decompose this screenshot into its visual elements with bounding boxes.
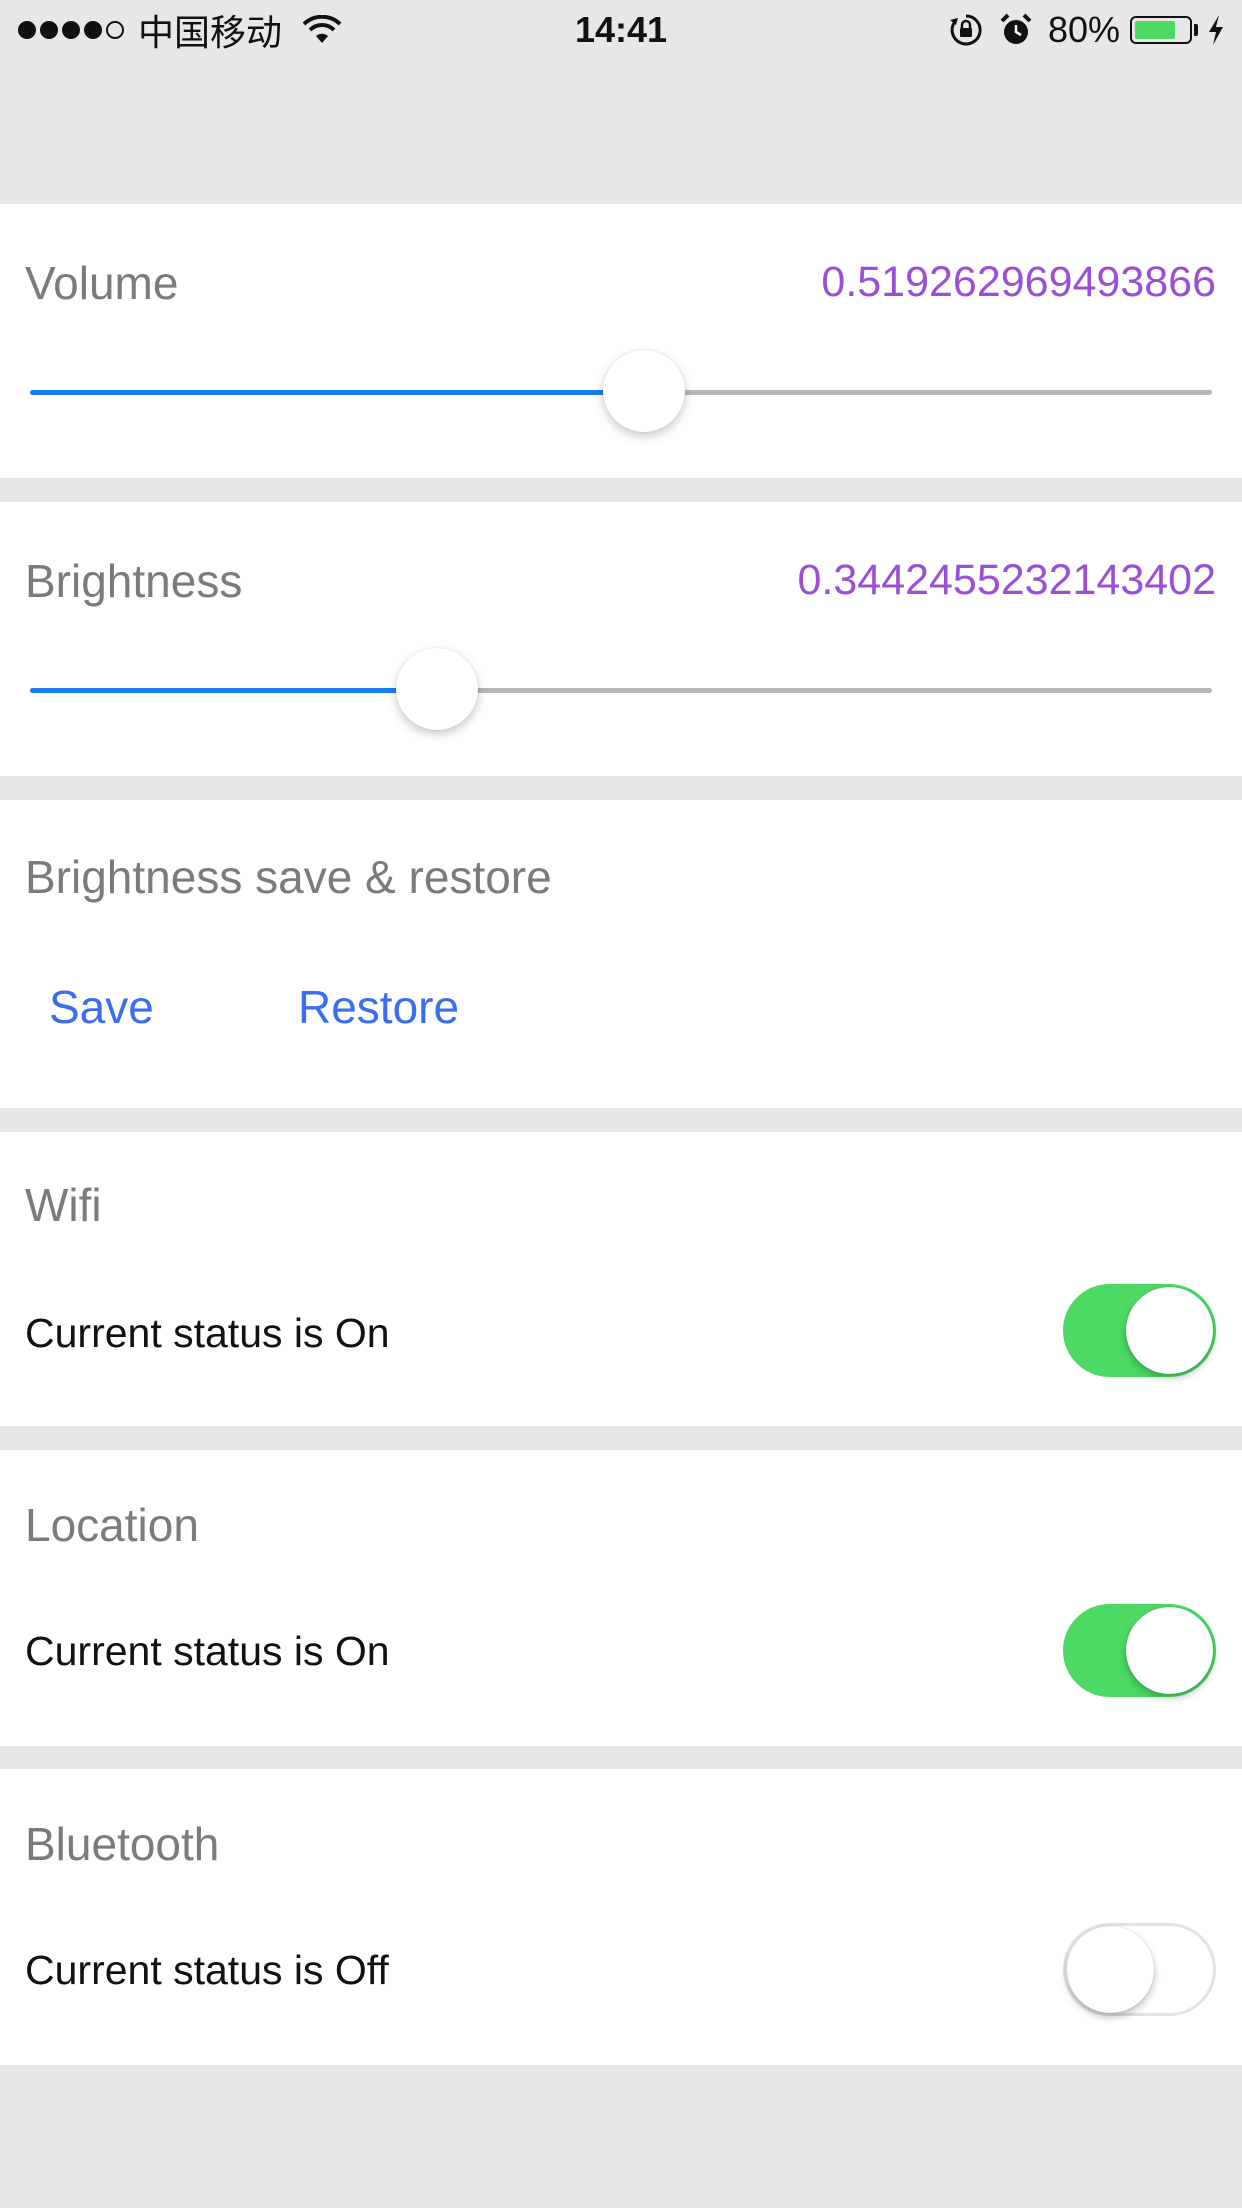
- bluetooth-status-label: Current status is Off: [25, 1947, 389, 1993]
- volume-slider-fill: [30, 390, 644, 395]
- wifi-toggle-knob: [1126, 1287, 1213, 1374]
- bluetooth-title: Bluetooth: [25, 1818, 220, 1870]
- bluetooth-toggle[interactable]: [1063, 1923, 1216, 2016]
- wifi-title: Wifi: [25, 1179, 102, 1231]
- volume-slider[interactable]: [30, 350, 1212, 434]
- brightness-slider-thumb[interactable]: [395, 648, 478, 730]
- restore-button[interactable]: Restore: [298, 980, 459, 1034]
- location-section: Location Current status is On: [0, 1450, 1242, 1746]
- brightness-save-restore-section: Brightness save & restore Save Restore: [0, 800, 1242, 1108]
- bluetooth-toggle-knob: [1067, 1926, 1154, 2013]
- wifi-status-label: Current status is On: [25, 1310, 390, 1356]
- location-toggle[interactable]: [1063, 1604, 1216, 1697]
- charging-bolt-icon: [1209, 15, 1223, 45]
- volume-title: Volume: [25, 257, 179, 309]
- wifi-section: Wifi Current status is On: [0, 1132, 1242, 1426]
- status-bar-right: 80%: [934, 8, 1226, 52]
- brightness-slider[interactable]: [30, 648, 1212, 732]
- save-button[interactable]: Save: [49, 980, 154, 1034]
- alarm-icon: [1000, 13, 1032, 44]
- brightness-section: Brightness 0.3442455232143402: [0, 502, 1242, 776]
- rotation-lock-icon: [949, 14, 982, 46]
- brightness-slider-fill: [30, 688, 437, 693]
- brightness-save-restore-title: Brightness save & restore: [25, 851, 552, 903]
- brightness-value: 0.3442455232143402: [797, 556, 1217, 604]
- location-title: Location: [25, 1499, 199, 1551]
- volume-value: 0.519262969493866: [821, 258, 1216, 306]
- bluetooth-section: Bluetooth Current status is Off: [0, 1769, 1242, 2065]
- battery-icon: [1130, 16, 1192, 44]
- battery-percentage: 80%: [1047, 9, 1120, 50]
- status-bar: 中国移动 14:41 80%: [0, 0, 1242, 60]
- wifi-toggle[interactable]: [1063, 1284, 1216, 1377]
- location-status-label: Current status is On: [25, 1628, 390, 1674]
- volume-slider-thumb[interactable]: [602, 350, 685, 432]
- battery-fill: [1135, 21, 1176, 39]
- battery-cap: [1194, 24, 1198, 36]
- volume-section: Volume 0.519262969493866: [0, 204, 1242, 478]
- brightness-title: Brightness: [25, 555, 243, 607]
- location-toggle-knob: [1126, 1607, 1213, 1694]
